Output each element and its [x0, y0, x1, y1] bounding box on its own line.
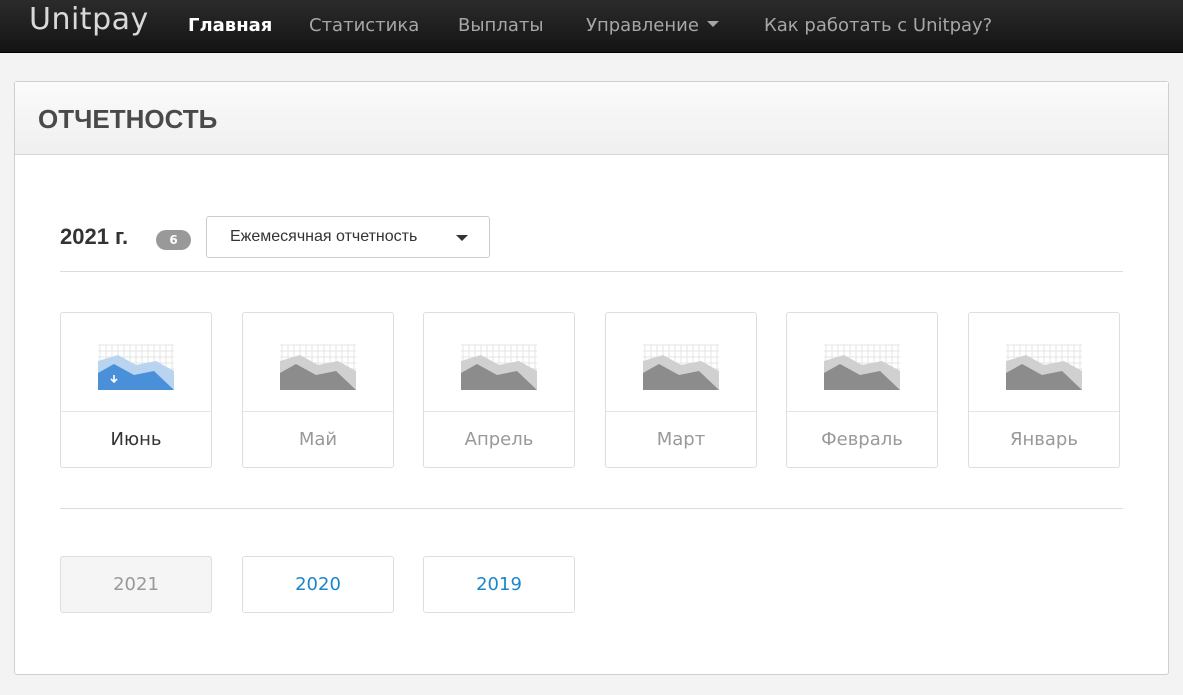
nav-item-how-to[interactable]: Как работать с Unitpay? [764, 14, 992, 38]
month-card[interactable]: Январь [968, 312, 1120, 468]
chevron-down-icon [706, 21, 719, 27]
month-label: Январь [1010, 429, 1078, 450]
year-button-2021[interactable]: 2021 [60, 556, 212, 613]
month-label: Февраль [821, 429, 903, 450]
chevron-down-icon [456, 235, 468, 241]
panel-header: ОТЧЕТНОСТЬ [15, 82, 1168, 155]
nav-item-management[interactable]: Управление [586, 14, 719, 38]
month-label: Март [656, 429, 706, 450]
year-button-2020[interactable]: 2020 [242, 556, 394, 613]
reports-panel: ОТЧЕТНОСТЬ 2021 г. 6 Ежемесячная отчетно… [14, 81, 1169, 675]
chart-icon [822, 341, 902, 393]
top-navbar: Unitpay Главная Статистика Выплаты Управ… [0, 0, 1183, 53]
month-label: Июнь [110, 429, 162, 450]
chart-icon [278, 341, 358, 393]
year-button-2019[interactable]: 2019 [423, 556, 575, 613]
month-card[interactable]: Февраль [786, 312, 938, 468]
report-type-select-value: Ежемесячная отчетность [230, 228, 418, 245]
month-card[interactable]: Май [242, 312, 394, 468]
month-label: Май [298, 429, 338, 450]
unitpay-logo[interactable]: Unitpay [29, 2, 149, 37]
page-title: ОТЧЕТНОСТЬ [38, 104, 218, 134]
chart-icon [459, 341, 539, 393]
month-card[interactable]: Апрель [423, 312, 575, 468]
chart-icon [1004, 341, 1084, 393]
nav-item-management-label: Управление [586, 15, 699, 36]
year-title: 2021 г. [60, 224, 129, 249]
divider [60, 271, 1123, 272]
month-card[interactable]: Март [605, 312, 757, 468]
month-label: Апрель [464, 429, 534, 450]
month-card[interactable]: Июнь [60, 312, 212, 468]
nav-item-payouts[interactable]: Выплаты [458, 14, 544, 38]
chart-icon [641, 341, 721, 393]
nav-item-home[interactable]: Главная [188, 14, 272, 38]
count-badge: 6 [156, 230, 191, 250]
report-type-select[interactable]: Ежемесячная отчетность [206, 216, 490, 258]
chart-download-icon [96, 341, 176, 393]
nav-item-statistics[interactable]: Статистика [309, 14, 419, 38]
divider [60, 508, 1123, 509]
